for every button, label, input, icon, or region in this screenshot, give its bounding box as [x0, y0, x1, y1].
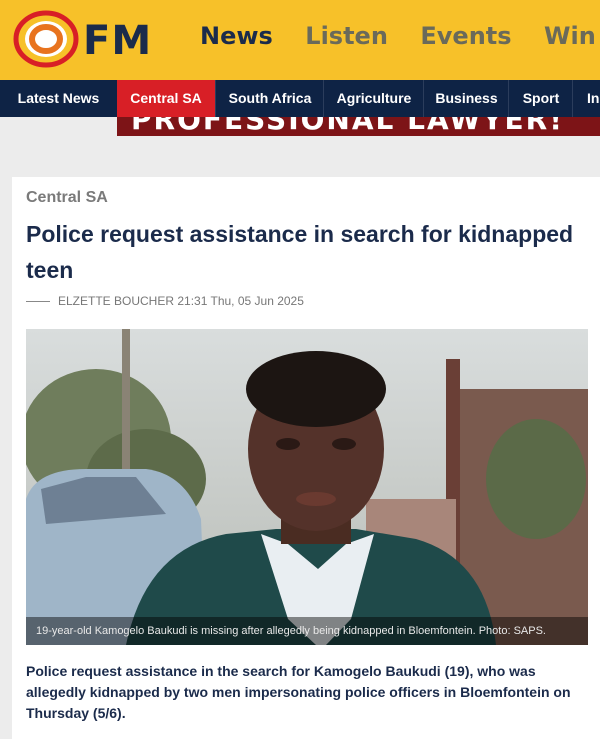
article-category[interactable]: Central SA — [26, 189, 108, 207]
cat-sport[interactable]: Sport — [508, 80, 573, 117]
nav-win[interactable]: Win — [544, 22, 596, 50]
article-card: Central SA Police request assistance in … — [12, 177, 600, 739]
cat-agriculture[interactable]: Agriculture — [323, 80, 424, 117]
cat-central-sa[interactable]: Central SA — [117, 80, 215, 117]
nav-events[interactable]: Events — [420, 22, 511, 50]
nav-listen[interactable]: Listen — [305, 22, 388, 50]
ad-banner-text: PROFESSIONAL LAWYER! — [131, 117, 564, 136]
main-navigation: News Listen Events Win A — [200, 22, 600, 50]
article-lede: Police request assistance in the search … — [26, 663, 571, 721]
article-photo: 19-year-old Kamogelo Baukudi is missing … — [26, 329, 588, 645]
photo-caption: 19-year-old Kamogelo Baukudi is missing … — [26, 617, 588, 645]
ad-banner[interactable]: PROFESSIONAL LAWYER! — [117, 117, 600, 136]
article-headline: Police request assistance in search for … — [26, 221, 574, 283]
cat-south-africa[interactable]: South Africa — [215, 80, 324, 117]
byline-divider — [26, 301, 50, 303]
logo-text: FM — [83, 18, 153, 64]
article-byline: ELZETTE BOUCHER 21:31 Thu, 05 Jun 2025 — [26, 294, 304, 308]
photo-image — [26, 329, 588, 645]
cat-latest-news[interactable]: Latest News — [0, 80, 117, 117]
logo-ring-icon — [13, 10, 79, 68]
nav-news[interactable]: News — [200, 22, 273, 50]
category-navigation: Latest News Central SA South Africa Agri… — [0, 80, 600, 117]
cat-business[interactable]: Business — [423, 80, 509, 117]
cat-more[interactable]: In — [572, 80, 600, 117]
site-header: FM News Listen Events Win A — [0, 0, 600, 80]
byline-text: ELZETTE BOUCHER 21:31 Thu, 05 Jun 2025 — [58, 294, 304, 308]
ofm-logo[interactable]: FM — [12, 9, 152, 69]
